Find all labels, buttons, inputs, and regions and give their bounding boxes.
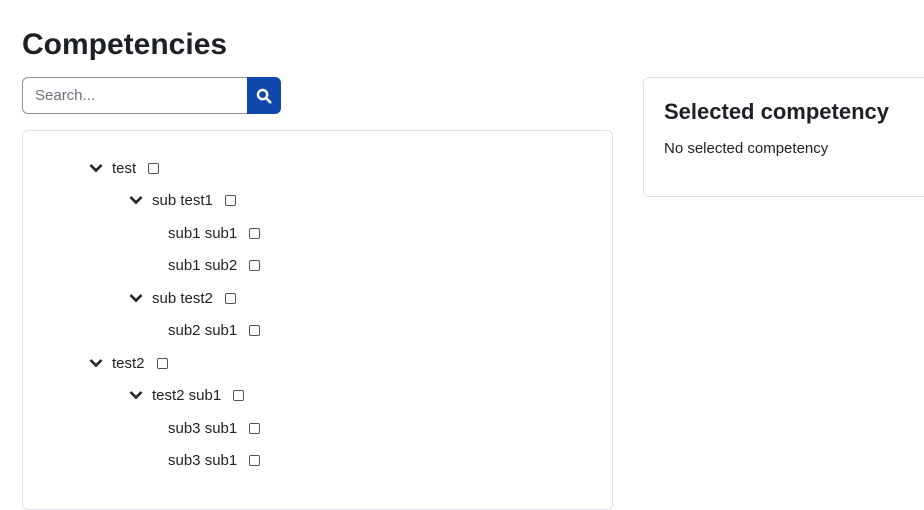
tree-node-checkbox[interactable]: [224, 194, 236, 206]
tree-node[interactable]: test2 sub1: [128, 385, 245, 405]
tree-node-label: test2 sub1: [152, 386, 222, 404]
competency-tree: test sub test1 sub1 sub1 sub1 sub2 sub t…: [22, 130, 613, 510]
chevron-down-icon[interactable]: [128, 192, 144, 208]
search-group: [22, 77, 281, 114]
tree-node[interactable]: sub1 sub1: [168, 223, 261, 243]
tree-node-checkbox[interactable]: [249, 454, 261, 466]
tree-node-label: test: [112, 159, 137, 177]
tree-node-label: sub test2: [152, 289, 213, 307]
tree-node[interactable]: sub test1: [128, 190, 236, 210]
tree-node-label: sub1 sub2: [168, 256, 238, 274]
chevron-down-icon[interactable]: [88, 355, 104, 371]
selected-competency-title: Selected competency: [664, 99, 889, 124]
tree-node-checkbox[interactable]: [148, 162, 160, 174]
tree-node-checkbox[interactable]: [233, 389, 245, 401]
tree-node[interactable]: test2: [88, 353, 168, 373]
chevron-down-icon[interactable]: [88, 160, 104, 176]
search-button[interactable]: [247, 77, 281, 114]
tree-node-checkbox[interactable]: [249, 227, 261, 239]
tree-node-checkbox[interactable]: [224, 292, 236, 304]
chevron-down-icon[interactable]: [128, 387, 144, 403]
tree-node[interactable]: sub1 sub2: [168, 255, 261, 275]
tree-node-label: sub2 sub1: [168, 321, 238, 339]
tree-node[interactable]: sub2 sub1: [168, 320, 261, 340]
tree-node-label: test2: [112, 354, 145, 372]
tree-node[interactable]: test: [88, 158, 160, 178]
chevron-down-icon[interactable]: [128, 290, 144, 306]
tree-node-checkbox[interactable]: [156, 357, 168, 369]
tree-node-checkbox[interactable]: [249, 422, 261, 434]
tree-node[interactable]: sub test2: [128, 288, 236, 308]
page-title: Competencies: [22, 28, 228, 61]
tree-node-checkbox[interactable]: [249, 259, 261, 271]
search-icon: [256, 88, 272, 104]
selected-competency-panel: Selected competency No selected competen…: [643, 77, 924, 197]
selected-competency-empty-text: No selected competency: [664, 140, 829, 157]
tree-node-label: sub3 sub1: [168, 451, 238, 469]
tree-node-checkbox[interactable]: [249, 324, 261, 336]
tree-node-label: sub test1: [152, 191, 213, 209]
tree-node[interactable]: sub3 sub1: [168, 450, 261, 470]
tree-node-label: sub3 sub1: [168, 419, 238, 437]
tree-node[interactable]: sub3 sub1: [168, 418, 261, 438]
tree-node-label: sub1 sub1: [168, 224, 238, 242]
search-input[interactable]: [22, 77, 247, 114]
